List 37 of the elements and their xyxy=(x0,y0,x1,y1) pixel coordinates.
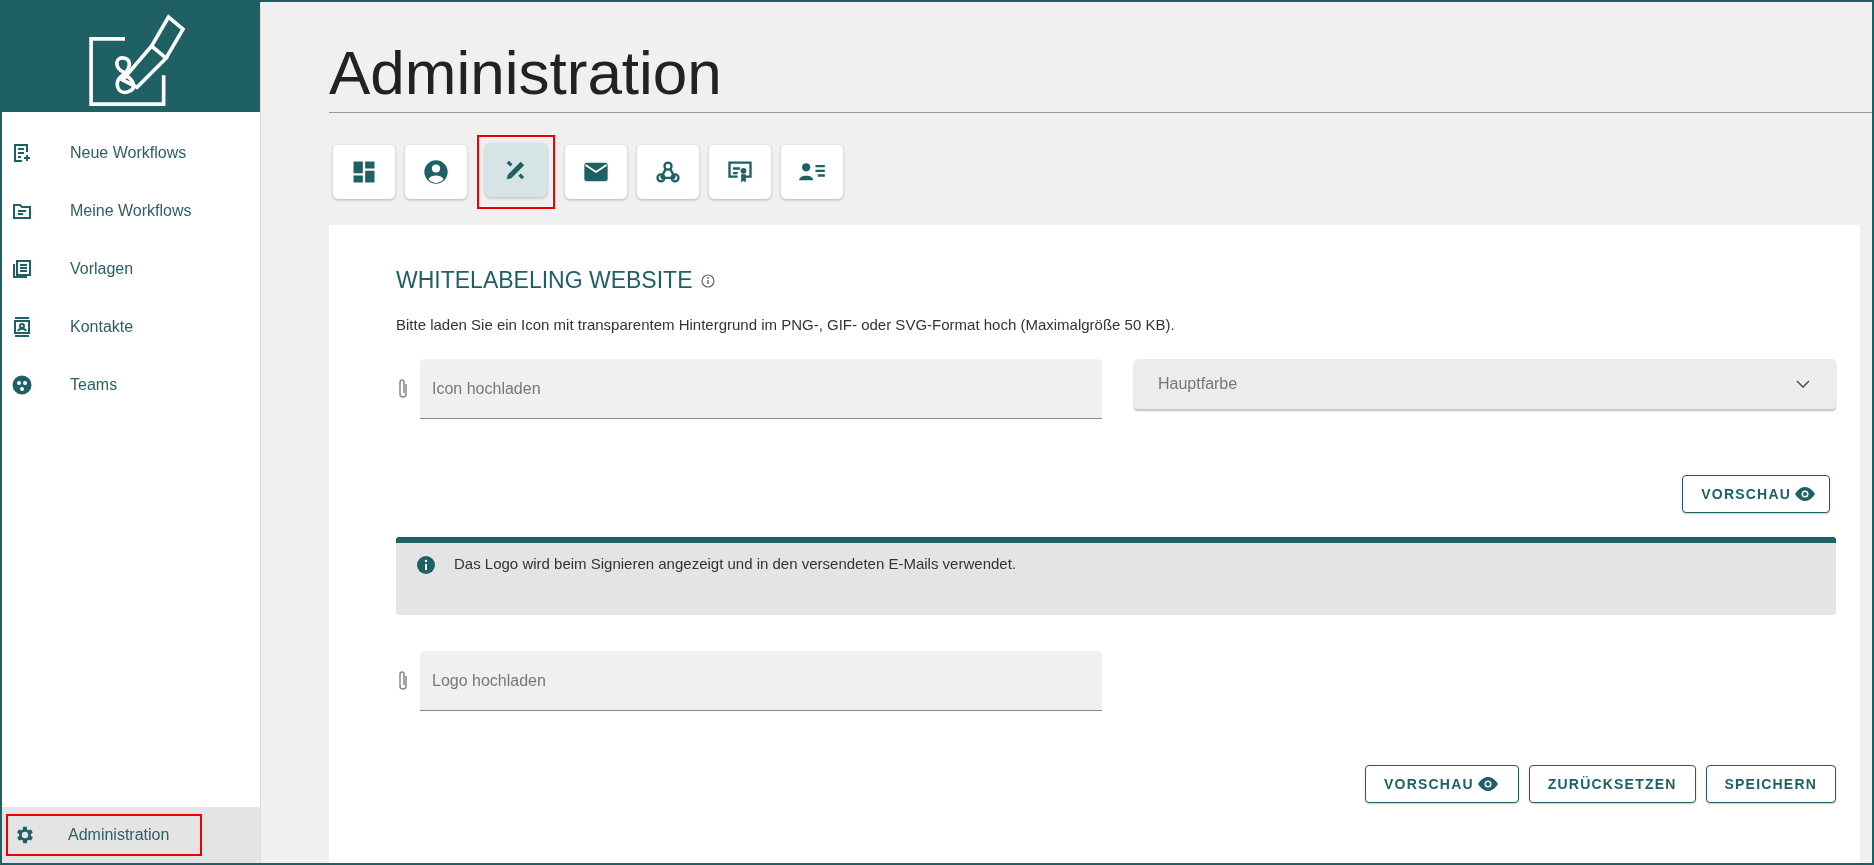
color-select[interactable]: Hauptfarbe xyxy=(1134,359,1836,410)
contact-card-icon xyxy=(12,317,32,337)
preview-button[interactable]: VORSCHAU xyxy=(1365,765,1519,804)
tab[interactable] xyxy=(405,145,467,200)
paperclip-icon xyxy=(396,670,410,693)
tab[interactable] xyxy=(781,145,843,200)
account-icon xyxy=(422,158,450,187)
nav-item[interactable]: Neue Workflows xyxy=(2,124,260,182)
group-icon xyxy=(12,375,32,395)
info-icon xyxy=(700,273,715,288)
tab[interactable] xyxy=(565,145,627,200)
logo-upload-field[interactable]: Logo hochladen xyxy=(420,651,1102,712)
tab[interactable] xyxy=(333,145,395,200)
document-icon xyxy=(12,259,32,279)
info-text: Das Logo wird beim Signieren angezeigt und in den versendeten E-Mails verwendet. xyxy=(454,555,1016,573)
tab[interactable] xyxy=(485,143,547,198)
nav-item[interactable]: Meine Workflows xyxy=(2,182,260,240)
tab[interactable] xyxy=(709,145,771,200)
icon-upload-field[interactable]: Icon hochladen xyxy=(420,359,1102,420)
nav-item[interactable]: Kontakte xyxy=(2,298,260,356)
chevron-down-icon xyxy=(1796,380,1810,389)
page-title: Administration xyxy=(329,37,723,109)
info-icon xyxy=(416,555,436,576)
document-icon xyxy=(12,143,32,163)
eye-icon xyxy=(1475,776,1500,793)
action-button[interactable]: SPEICHERN xyxy=(1705,765,1836,804)
preview-button[interactable]: VORSCHAU xyxy=(1682,475,1830,514)
nav-item[interactable]: Vorlagen xyxy=(2,240,260,298)
tab[interactable] xyxy=(637,145,699,200)
description-text: Bitte laden Sie ein Icon mit transparentem Hintergrund im PNG-, GIF- oder SVG-Format hoch (Maximalgröße 50 KB). xyxy=(396,316,1176,334)
section-title: WHITELABELING WEBSITE xyxy=(396,267,693,295)
eye-icon xyxy=(1793,486,1817,503)
folder-icon xyxy=(12,201,32,221)
settings-icon xyxy=(14,824,36,846)
paperclip-icon xyxy=(396,378,410,401)
action-button[interactable]: ZURÜCKSETZEN xyxy=(1528,765,1696,804)
nav-item[interactable]: Teams xyxy=(2,356,260,414)
